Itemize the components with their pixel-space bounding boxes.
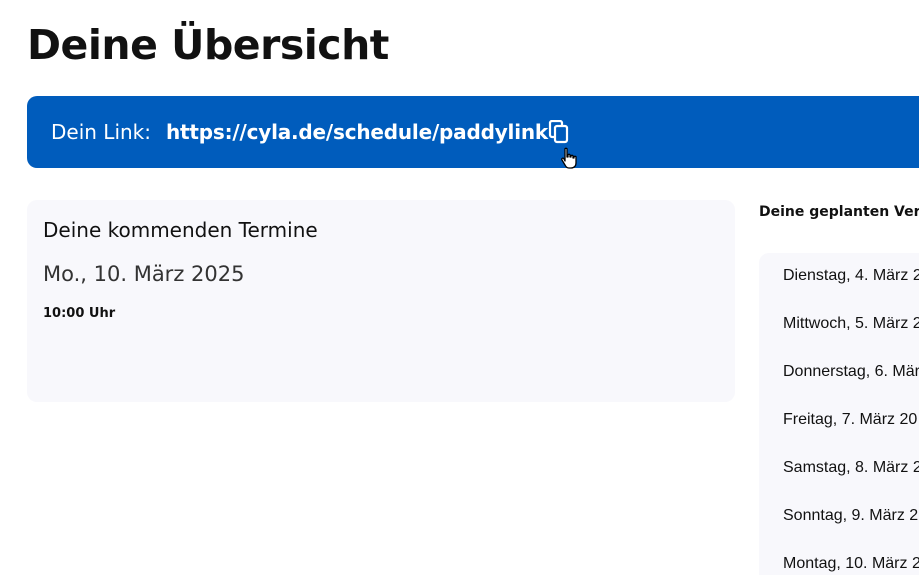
availability-day[interactable]: Montag, 10. März 2 <box>783 554 919 574</box>
hand-pointer-icon <box>561 147 577 169</box>
overview-page: Deine Übersicht Dein Link: https://cyla.… <box>0 0 919 575</box>
availability-day[interactable]: Sonntag, 9. März 2 <box>783 506 918 526</box>
availability-heading: Deine geplanten Verf <box>759 204 919 220</box>
availability-day[interactable]: Donnerstag, 6. Mär <box>783 362 919 382</box>
appointment-time[interactable]: 10:00 Uhr <box>43 305 115 323</box>
upcoming-appointments-card: Deine kommenden Termine Mo., 10. März 20… <box>27 200 735 402</box>
link-label: Dein Link: <box>51 120 151 144</box>
availability-day[interactable]: Mittwoch, 5. März 2 <box>783 314 919 334</box>
availability-day[interactable]: Samstag, 8. März 2 <box>783 458 919 478</box>
availability-list: Dienstag, 4. März 2 Mittwoch, 5. März 2 … <box>759 253 919 575</box>
copy-link-button[interactable] <box>545 118 573 146</box>
schedule-link[interactable]: https://cyla.de/schedule/paddylink <box>166 119 548 145</box>
link-banner: Dein Link: https://cyla.de/schedule/padd… <box>27 96 919 168</box>
availability-day[interactable]: Dienstag, 4. März 2 <box>783 266 919 286</box>
copy-icon <box>548 120 569 144</box>
appointment-date: Mo., 10. März 2025 <box>43 262 245 286</box>
page-title: Deine Übersicht <box>27 21 389 69</box>
availability-day[interactable]: Freitag, 7. März 20 <box>783 410 917 430</box>
upcoming-appointments-title: Deine kommenden Termine <box>43 218 318 242</box>
